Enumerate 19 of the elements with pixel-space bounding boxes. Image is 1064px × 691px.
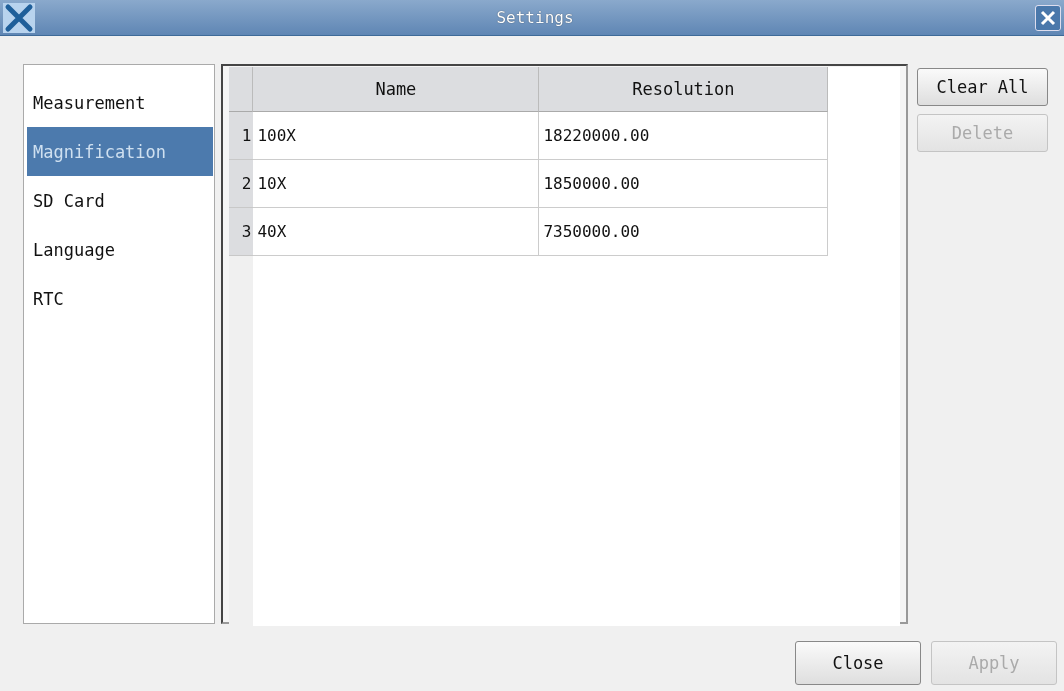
header-corner <box>229 67 254 112</box>
row-number: 1 <box>229 112 254 160</box>
table-cell: 100X <box>253 112 540 160</box>
action-button[interactable]: Clear All <box>917 68 1048 106</box>
sidebar-item[interactable]: SD Card <box>27 176 214 225</box>
sidebar-item[interactable]: Measurement <box>27 78 214 127</box>
table-cell: 18220000.00 <box>539 112 829 160</box>
column-header[interactable]: Name <box>253 67 540 112</box>
table-cell: 10X <box>253 160 540 208</box>
tools-icon <box>3 2 35 33</box>
dialog-button[interactable]: Close <box>795 641 921 685</box>
column-header[interactable]: Resolution <box>539 67 829 112</box>
sidebar-item[interactable]: Language <box>27 225 214 274</box>
row-number: 3 <box>229 208 254 256</box>
row-number: 2 <box>229 160 254 208</box>
table-cell: 1850000.00 <box>539 160 829 208</box>
sidebar-item[interactable]: RTC <box>27 274 214 323</box>
close-icon[interactable] <box>1035 4 1061 31</box>
window-title: Settings <box>496 8 574 27</box>
